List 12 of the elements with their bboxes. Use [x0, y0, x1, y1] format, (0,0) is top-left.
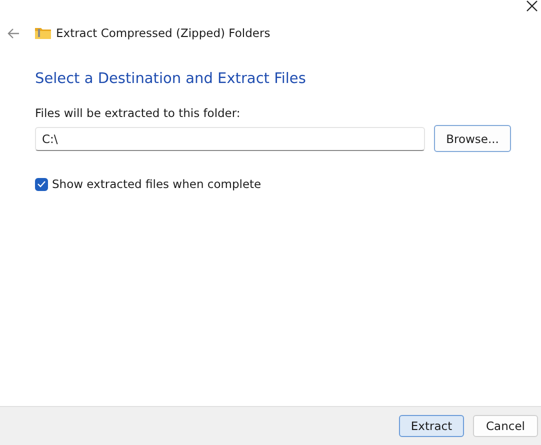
extract-button[interactable]: Extract	[399, 415, 464, 437]
browse-button[interactable]: Browse...	[434, 125, 511, 152]
cancel-button[interactable]: Cancel	[473, 415, 538, 437]
close-icon[interactable]	[526, 0, 538, 12]
zipped-folder-icon	[35, 27, 51, 39]
checkbox[interactable]	[35, 178, 48, 190]
field-label: Files will be extracted to this folder:	[35, 106, 242, 120]
destination-field[interactable]: C:\	[35, 126, 425, 150]
window-title: Extract Compressed (Zipped) Folders	[56, 26, 270, 40]
page-heading: Select a Destination and Extract Files	[35, 71, 307, 87]
back-arrow-icon[interactable]	[7, 28, 20, 38]
checkbox-label[interactable]: Show extracted files when complete	[52, 177, 262, 191]
